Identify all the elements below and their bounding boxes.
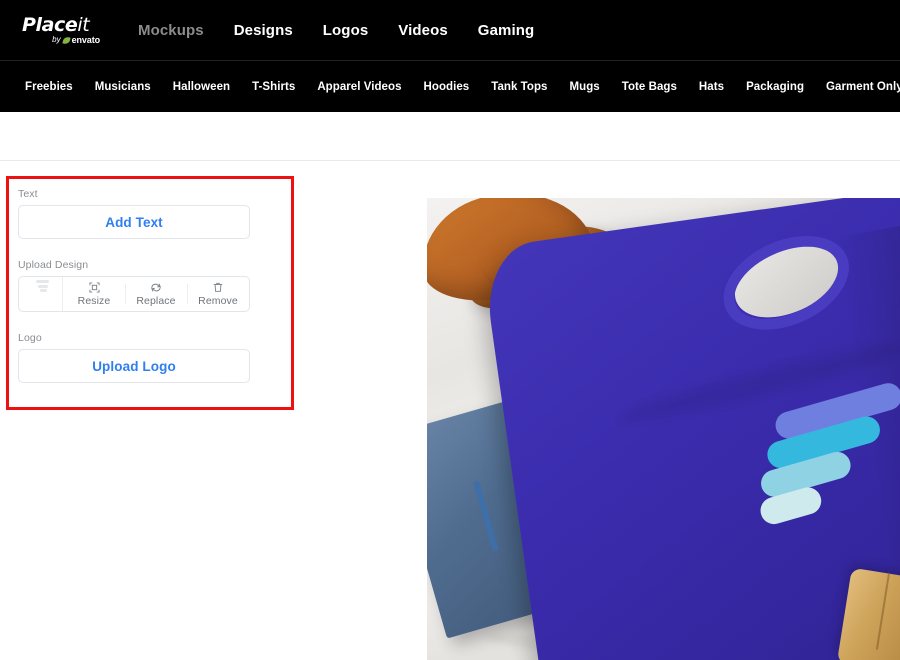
logo-envato-text: envato — [71, 34, 101, 45]
design-thumbnail-icon — [33, 280, 49, 294]
remove-label: Remove — [198, 295, 238, 307]
tshirt-object — [480, 198, 900, 660]
resize-button[interactable]: Resize — [63, 277, 125, 311]
subnav-item-halloween[interactable]: Halloween — [162, 81, 241, 93]
placeit-editor-page: Placeit by envato Mockups Designs Logos … — [0, 0, 900, 660]
category-navigation-bar: Freebies Musicians Halloween T-Shirts Ap… — [0, 60, 900, 112]
resize-label: Resize — [77, 295, 111, 307]
subnav-item-t-shirts[interactable]: T-Shirts — [241, 81, 306, 93]
logo-word-place: Place — [22, 13, 78, 36]
leaf-icon — [62, 35, 71, 45]
subnav-item-packaging[interactable]: Packaging — [735, 81, 815, 93]
upload-design-section-label: Upload Design — [18, 259, 89, 271]
logo-section-label: Logo — [18, 332, 42, 344]
remove-button[interactable]: Remove — [187, 277, 249, 311]
subnav-item-mugs[interactable]: Mugs — [559, 81, 611, 93]
replace-icon — [150, 281, 162, 293]
mockup-preview-image[interactable] — [427, 198, 900, 660]
subnav-item-freebies[interactable]: Freebies — [14, 81, 84, 93]
top-navigation-items: Mockups Designs Logos Videos Gaming — [138, 22, 534, 39]
logo-by-text: by — [52, 35, 61, 44]
content-divider — [0, 160, 900, 161]
replace-label: Replace — [136, 295, 176, 307]
subnav-item-musicians[interactable]: Musicians — [84, 81, 162, 93]
logo-wordmark: Placeit — [22, 13, 100, 36]
editor-sidebar-panel: Text Add Text Upload Design Resize Repla… — [18, 188, 250, 383]
topnav-item-videos[interactable]: Videos — [398, 22, 448, 39]
subnav-item-tank-tops[interactable]: Tank Tops — [480, 81, 558, 93]
placeit-logo[interactable]: Placeit by envato — [22, 13, 101, 45]
design-thumbnail-cell[interactable] — [19, 277, 63, 311]
upload-logo-button[interactable]: Upload Logo — [18, 349, 250, 383]
topnav-item-gaming[interactable]: Gaming — [478, 22, 534, 39]
subnav-item-apparel-videos[interactable]: Apparel Videos — [306, 81, 412, 93]
topnav-item-mockups[interactable]: Mockups — [138, 22, 204, 39]
subnav-item-hoodies[interactable]: Hoodies — [413, 81, 481, 93]
logo-byline: by envato — [22, 34, 101, 45]
subnav-item-tote-bags[interactable]: Tote Bags — [611, 81, 688, 93]
subnav-item-garment-only[interactable]: Garment Only — [815, 81, 900, 93]
trash-icon — [213, 281, 223, 293]
topnav-item-logos[interactable]: Logos — [323, 22, 369, 39]
add-text-button[interactable]: Add Text — [18, 205, 250, 239]
subnav-item-hats[interactable]: Hats — [688, 81, 735, 93]
text-section-label: Text — [18, 188, 38, 200]
resize-icon — [88, 281, 100, 293]
logo-word-it: it — [77, 13, 90, 36]
topnav-item-designs[interactable]: Designs — [234, 22, 293, 39]
applied-logo-design[interactable] — [735, 375, 900, 550]
design-toolbar: Resize Replace Remove — [18, 276, 250, 312]
replace-button[interactable]: Replace — [125, 277, 187, 311]
top-navigation-bar: Placeit by envato Mockups Designs Logos … — [0, 0, 900, 60]
